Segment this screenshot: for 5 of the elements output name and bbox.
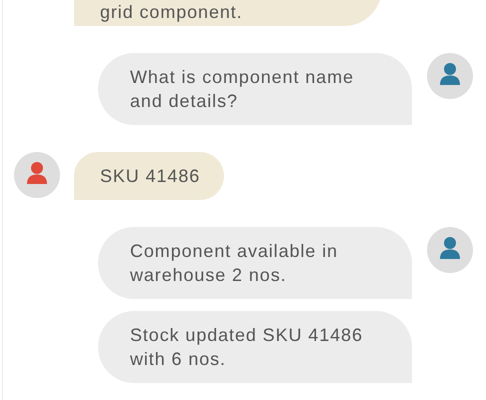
message-bubble: Component available in warehouse 2 nos. [98,227,412,299]
message-bubble: Stock updated SKU 41486 with 6 nos. [98,311,412,383]
message-bubble: SKU 41486 [74,152,224,200]
message-bubble: grid component. [74,0,382,26]
message-bubble: What is component name and details? [98,53,412,125]
